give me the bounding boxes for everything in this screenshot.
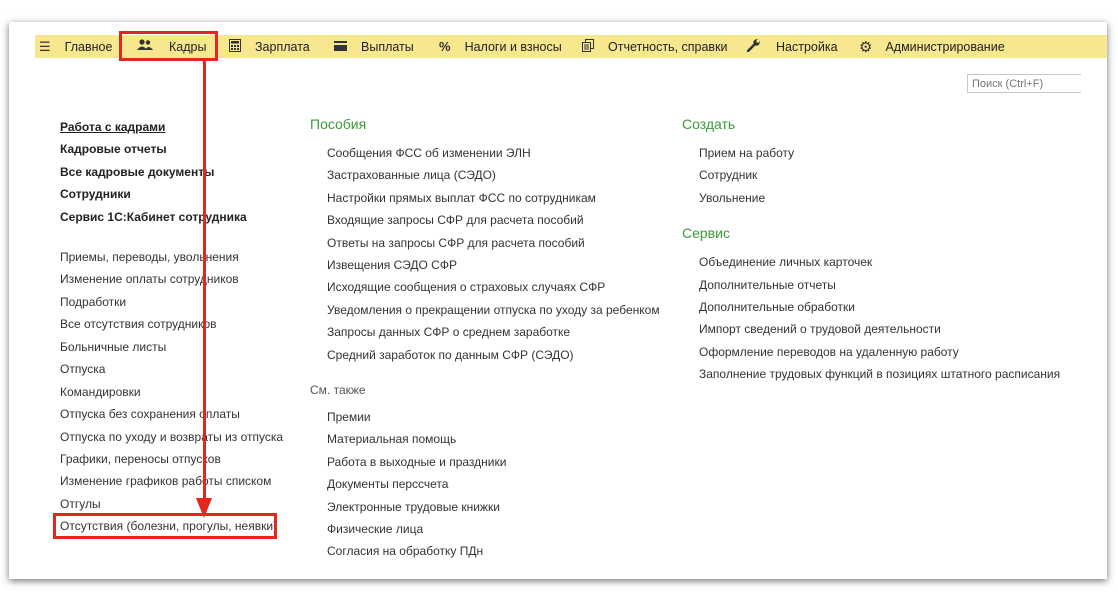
link-sedo-notices[interactable]: Извещения СЭДО СФР (327, 258, 457, 272)
nav-vacations[interactable]: Отпуска (60, 362, 105, 376)
nav-days-off[interactable]: Отгулы (60, 497, 101, 511)
nav-all-absences[interactable]: Все отсутствия сотрудников (60, 317, 217, 331)
app-window: ☰ Главное Кадры Зарплата Выплаты % Налог… (9, 22, 1107, 579)
link-merge-cards[interactable]: Объединение личных карточек (699, 255, 872, 269)
link-fss-eln-messages[interactable]: Сообщения ФСС об изменении ЭЛН (327, 146, 531, 160)
calculator-icon (229, 38, 241, 55)
link-sfr-request-answers[interactable]: Ответы на запросы СФР для расчета пособи… (327, 236, 585, 250)
menu-item-settings[interactable]: Настройка (746, 35, 838, 58)
link-parental-leave-termination[interactable]: Уведомления о прекращении отпуска по ухо… (327, 303, 660, 317)
link-average-earnings-sedo[interactable]: Средний заработок по данным СФР (СЭДО) (327, 348, 574, 362)
nav-business-trips[interactable]: Командировки (60, 385, 141, 399)
nav-unpaid-leaves[interactable]: Отпуска без сохранения оплаты (60, 407, 240, 421)
menu-item-salary[interactable]: Зарплата (229, 35, 310, 58)
percent-icon: % (439, 39, 451, 54)
nav-pay-changes[interactable]: Изменение оплаты сотрудников (60, 272, 239, 286)
section-title-service: Сервис (682, 225, 730, 241)
link-direct-payments-settings[interactable]: Настройки прямых выплат ФСС по сотрудник… (327, 191, 596, 205)
nav-employee-cabinet[interactable]: Сервис 1С:Кабинет сотрудника (60, 210, 247, 224)
link-staff-functions[interactable]: Заполнение трудовых функций в позициях ш… (699, 367, 1060, 381)
link-incoming-sfr-requests[interactable]: Входящие запросы СФР для расчета пособий (327, 213, 584, 227)
nav-sick-leaves[interactable]: Больничные листы (60, 340, 166, 354)
link-weekend-work[interactable]: Работа в выходные и праздники (327, 455, 506, 469)
link-create-hire[interactable]: Прием на работу (699, 146, 794, 160)
nav-schedule-changes[interactable]: Изменение графиков работы списком (60, 474, 271, 488)
annotation-box-hr-menu (119, 31, 218, 61)
menu-item-label: Настройка (776, 39, 838, 54)
wallet-icon (334, 39, 347, 54)
menu-item-label: Администрирование (885, 39, 1005, 54)
menu-item-admin[interactable]: ⚙ Администрирование (859, 35, 1005, 58)
link-pd-consents[interactable]: Согласия на обработку ПДн (327, 544, 483, 558)
annotation-box-absences (53, 513, 277, 539)
nav-hr-reports[interactable]: Кадровые отчеты (60, 142, 167, 156)
link-recalculation-docs[interactable]: Документы перссчета (327, 477, 448, 491)
link-insured-persons[interactable]: Застрахованные лица (СЭДО) (327, 168, 496, 182)
link-average-earnings-requests[interactable]: Запросы данных СФР о среднем заработке (327, 325, 570, 339)
link-individuals[interactable]: Физические лица (327, 522, 423, 536)
section-title-create: Создать (682, 116, 736, 132)
menu-item-label: Выплаты (361, 39, 414, 54)
nav-parental-leaves[interactable]: Отпуска по уходу и возвраты из отпуска (60, 430, 283, 444)
link-extra-reports[interactable]: Дополнительные отчеты (699, 278, 836, 292)
link-create-employee[interactable]: Сотрудник (699, 168, 757, 182)
menu-item-payouts[interactable]: Выплаты (334, 35, 414, 58)
nav-vacation-schedules[interactable]: Графики, переносы отпусков (60, 452, 221, 466)
menu-item-taxes[interactable]: % Налоги и взносы (439, 35, 562, 58)
nav-hr-work[interactable]: Работа с кадрами (60, 120, 165, 134)
menu-item-label: Отчетность, справки (608, 39, 728, 54)
link-bonuses[interactable]: Премии (327, 410, 371, 424)
link-outgoing-insurance-messages[interactable]: Исходящие сообщения о страховых случаях … (327, 280, 605, 294)
link-extra-processing[interactable]: Дополнительные обработки (699, 300, 855, 314)
nav-hires-transfers[interactable]: Приемы, переводы, увольнения (60, 250, 239, 264)
annotation-arrow (203, 60, 206, 500)
section-title-benefits: Пособия (310, 116, 367, 132)
section-title-see-also: См. также (310, 383, 366, 397)
menu-item-reports[interactable]: Отчетность, справки (582, 35, 728, 58)
menu-item-label: Зарплата (255, 39, 310, 54)
gear-icon: ⚙ (859, 38, 873, 56)
search-input[interactable] (967, 74, 1081, 93)
link-electronic-workbooks[interactable]: Электронные трудовые книжки (327, 500, 500, 514)
menu-item-main[interactable]: ☰ Главное (39, 35, 112, 58)
nav-side-jobs[interactable]: Подработки (60, 295, 126, 309)
link-material-aid[interactable]: Материальная помощь (327, 432, 456, 446)
documents-icon (582, 38, 594, 55)
link-remote-work-transfers[interactable]: Оформление переводов на удаленную работу (699, 345, 959, 359)
nav-all-hr-documents[interactable]: Все кадровые документы (60, 165, 214, 179)
menu-item-label: Главное (64, 39, 113, 54)
hamburger-icon: ☰ (39, 38, 51, 54)
nav-employees[interactable]: Сотрудники (60, 187, 131, 201)
link-create-dismissal[interactable]: Увольнение (699, 191, 765, 205)
link-import-work-history[interactable]: Импорт сведений о трудовой деятельности (699, 322, 941, 336)
wrench-icon (746, 38, 760, 55)
menu-item-label: Налоги и взносы (464, 39, 562, 54)
